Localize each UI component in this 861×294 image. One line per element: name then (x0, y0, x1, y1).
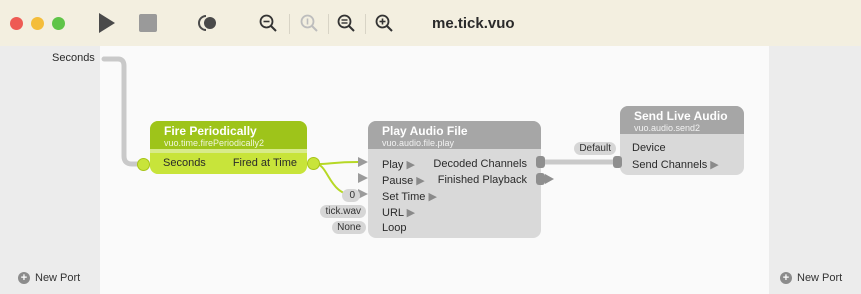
node-class-name: vuo.audio.send2 (634, 123, 701, 133)
input-label-device: Device (632, 142, 666, 154)
cable-published-seconds (101, 56, 146, 167)
node-body: Seconds Fired at Time (150, 153, 307, 174)
input-label-set-time: Set Time ▶ (382, 190, 437, 203)
node-title: Fire Periodically (164, 124, 257, 138)
input-label-url: URL ▶ (382, 206, 415, 219)
node-header[interactable]: Fire Periodically vuo.time.firePeriodica… (150, 121, 307, 149)
node-class-name: vuo.audio.file.play (382, 138, 455, 148)
node-send-live-audio[interactable]: Send Live Audio vuo.audio.send2 Device S… (620, 106, 744, 175)
constant-url[interactable]: tick.wav (320, 205, 366, 218)
port-name: Send Channels (632, 159, 708, 171)
output-port-decoded-channels[interactable] (536, 156, 545, 168)
output-label-decoded-channels: Decoded Channels (433, 158, 527, 170)
port-name: Set Time (382, 191, 426, 203)
node-fire-periodically[interactable]: Fire Periodically vuo.time.firePeriodica… (150, 121, 307, 174)
new-input-port-button[interactable]: + New Port (18, 272, 80, 284)
output-label-finished-playback: Finished Playback (437, 174, 527, 186)
port-name: URL (382, 207, 404, 219)
output-port-finished-playback[interactable] (536, 173, 545, 185)
cable-fired-to-play (317, 161, 359, 165)
input-port-send-channels[interactable] (613, 156, 622, 168)
input-label-loop: Loop (382, 222, 407, 234)
node-title: Send Live Audio (634, 109, 728, 123)
node-header[interactable]: Send Live Audio vuo.audio.send2 (620, 106, 744, 134)
plus-icon: + (18, 272, 30, 284)
node-play-audio-file[interactable]: Play Audio File vuo.audio.file.play Play… (368, 121, 541, 238)
input-port-seconds[interactable] (137, 158, 150, 171)
new-output-port-button[interactable]: + New Port (780, 272, 842, 284)
new-port-label: New Port (797, 272, 843, 284)
port-name: Pause (382, 175, 414, 187)
node-title: Play Audio File (382, 124, 468, 138)
event-arrow-icon: ▶ (406, 159, 415, 171)
event-arrow-icon: ▶ (428, 191, 437, 203)
event-arrow-icon: ▶ (406, 207, 416, 219)
constant-loop[interactable]: None (332, 221, 366, 234)
node-header[interactable]: Play Audio File vuo.audio.file.play (368, 121, 541, 149)
port-name: Play (382, 159, 404, 171)
input-label-pause: Pause ▶ (382, 174, 425, 187)
new-port-label: New Port (35, 272, 81, 284)
event-arrow-icon: ▶ (416, 175, 425, 187)
constant-device[interactable]: Default (574, 142, 616, 155)
constant-set-time[interactable]: 0 (342, 189, 360, 202)
plus-icon: + (780, 272, 792, 284)
input-label-play: Play ▶ (382, 158, 415, 171)
output-port-fired-at-time[interactable] (307, 157, 320, 170)
input-port-label-seconds: Seconds (163, 157, 206, 169)
input-label-send-channels: Send Channels ▶ (632, 158, 719, 171)
event-arrow-icon: ▶ (710, 159, 719, 171)
output-port-label-fired-at-time: Fired at Time (232, 157, 297, 169)
node-class-name: vuo.time.firePeriodically2 (164, 138, 265, 148)
